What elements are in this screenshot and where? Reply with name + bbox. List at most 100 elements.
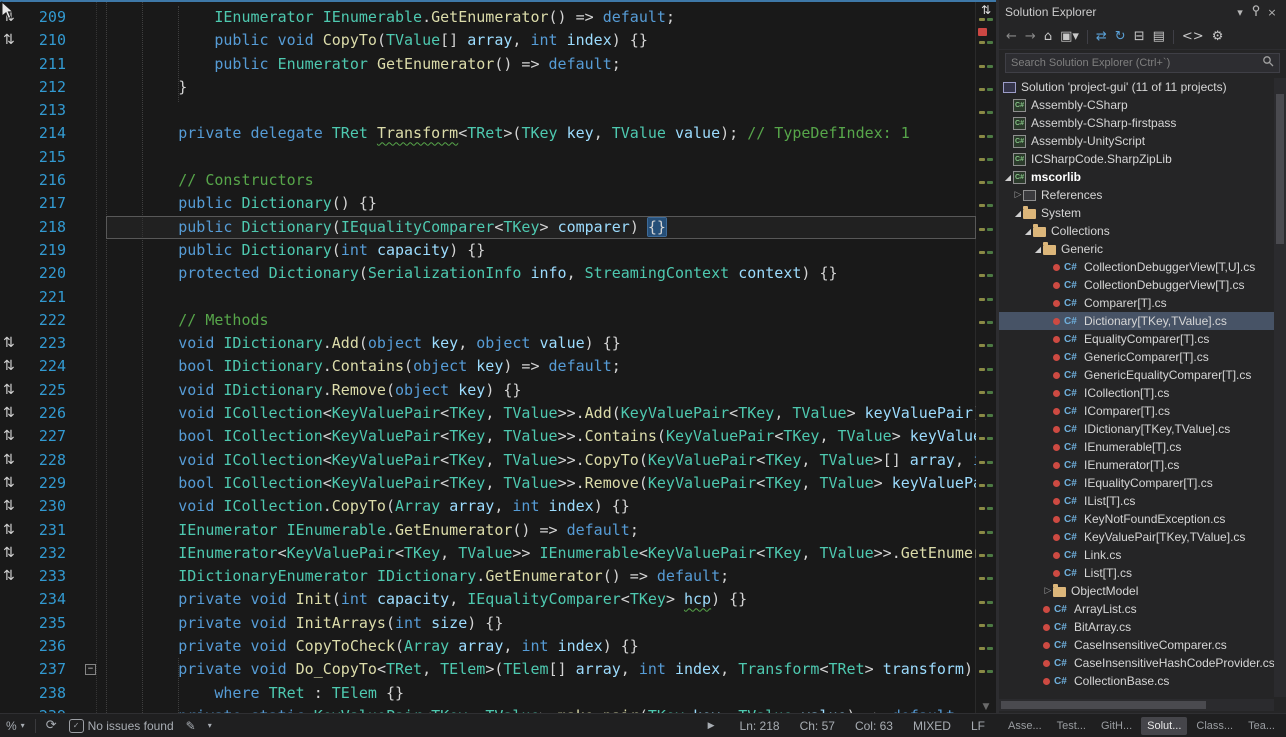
tree-item[interactable]: C#EqualityComparer[T].cs bbox=[999, 330, 1274, 348]
switch-views-icon[interactable]: ▣▾ bbox=[1060, 30, 1079, 43]
tree-item[interactable]: ◢Collections bbox=[999, 222, 1274, 240]
reference-gutter-icon[interactable]: ⇅ bbox=[0, 379, 26, 402]
tree-item[interactable]: C#ICollection[T].cs bbox=[999, 384, 1274, 402]
code-line[interactable]: 236 private void CopyToCheck(Array array… bbox=[0, 635, 976, 658]
scrollbar-thumb[interactable] bbox=[1276, 94, 1284, 244]
solution-tree[interactable]: Solution 'project-gui' (11 of 11 project… bbox=[999, 78, 1274, 697]
tree-item[interactable]: C#IEqualityComparer[T].cs bbox=[999, 474, 1274, 492]
code-line[interactable]: ⇅233 IDictionaryEnumerator IDictionary.G… bbox=[0, 565, 976, 588]
nav-forward-icon[interactable]: → bbox=[1025, 30, 1036, 43]
code-line[interactable]: ⇅209 IEnumerator IEnumerable.GetEnumerat… bbox=[0, 6, 976, 29]
tree-item[interactable]: C#IList[T].cs bbox=[999, 492, 1274, 510]
code-line[interactable]: 215 bbox=[0, 146, 976, 169]
code-text[interactable]: bool ICollection<KeyValuePair<TKey, TVal… bbox=[106, 472, 976, 495]
code-text[interactable]: public Dictionary(IEqualityComparer<TKey… bbox=[106, 216, 976, 239]
tree-item[interactable]: C#ArrayList.cs bbox=[999, 600, 1274, 618]
code-text[interactable]: IDictionaryEnumerator IDictionary.GetEnu… bbox=[106, 565, 976, 588]
code-text[interactable] bbox=[106, 146, 976, 169]
code-text[interactable]: public Dictionary(int capacity) {} bbox=[106, 239, 976, 262]
tree-item[interactable]: C#List[T].cs bbox=[999, 564, 1274, 582]
code-text[interactable]: void IDictionary.Add(object key, object … bbox=[106, 332, 976, 355]
pencil-icon[interactable]: ✎ bbox=[186, 719, 196, 733]
tree-item[interactable]: C#GenericComparer[T].cs bbox=[999, 348, 1274, 366]
code-line[interactable]: ⇅210 public void CopyTo(TValue[] array, … bbox=[0, 29, 976, 52]
nav-back-icon[interactable]: ← bbox=[1006, 30, 1017, 43]
reference-gutter-icon[interactable]: ⇅ bbox=[0, 565, 26, 588]
editor-scrollbar[interactable]: ⇅ ▼ bbox=[975, 2, 996, 713]
code-line[interactable]: 238 where TRet : TElem {} bbox=[0, 682, 976, 705]
zoom-control[interactable]: % ▾ bbox=[6, 719, 25, 733]
view-code-icon[interactable]: <> bbox=[1182, 30, 1204, 43]
code-text[interactable]: void ICollection<KeyValuePair<TKey, TVal… bbox=[106, 402, 976, 425]
tree-item[interactable]: C#CollectionDebuggerView[T].cs bbox=[999, 276, 1274, 294]
expanded-arrow-icon[interactable]: ◢ bbox=[1003, 173, 1013, 182]
tree-item[interactable]: ◢Generic bbox=[999, 240, 1274, 258]
tree-item[interactable]: C#Assembly-CSharp bbox=[999, 96, 1274, 114]
reference-gutter-icon[interactable]: ⇅ bbox=[0, 29, 26, 52]
code-text[interactable]: void IDictionary.Remove(object key) {} bbox=[106, 379, 976, 402]
code-line[interactable]: ⇅227 bool ICollection<KeyValuePair<TKey,… bbox=[0, 425, 976, 448]
code-text[interactable]: void ICollection.CopyTo(Array array, int… bbox=[106, 495, 976, 518]
code-area[interactable]: ⇅209 IEnumerator IEnumerable.GetEnumerat… bbox=[0, 2, 976, 713]
code-line[interactable]: ⇅229 bool ICollection<KeyValuePair<TKey,… bbox=[0, 472, 976, 495]
code-line[interactable]: ⇅228 void ICollection<KeyValuePair<TKey,… bbox=[0, 449, 976, 472]
code-text[interactable]: public Enumerator GetEnumerator() => def… bbox=[106, 53, 976, 76]
tree-item[interactable]: C#CollectionDebuggerView[T,U].cs bbox=[999, 258, 1274, 276]
collapsed-arrow-icon[interactable]: ▷ bbox=[1013, 190, 1023, 200]
line-indicator[interactable]: Ln: 218 bbox=[740, 719, 780, 733]
expand-panel-icon[interactable]: ▶ bbox=[708, 721, 715, 731]
tree-item[interactable]: C#CaseInsensitiveHashCodeProvider.cs bbox=[999, 654, 1274, 672]
tree-item[interactable]: ▷References bbox=[999, 186, 1274, 204]
code-line[interactable]: 222 // Methods bbox=[0, 309, 976, 332]
code-text[interactable]: // Constructors bbox=[106, 169, 976, 192]
code-line[interactable]: 237− private void Do_CopyTo<TRet, TElem>… bbox=[0, 658, 976, 681]
tool-window-tab[interactable]: Test... bbox=[1051, 717, 1092, 735]
code-text[interactable] bbox=[106, 286, 976, 309]
tool-window-tab[interactable]: Asse... bbox=[1002, 717, 1048, 735]
tool-window-tab[interactable]: Class... bbox=[1190, 717, 1239, 735]
code-text[interactable]: IEnumerator<KeyValuePair<TKey, TValue>> … bbox=[106, 542, 976, 565]
tool-window-tab[interactable]: Solut... bbox=[1141, 717, 1187, 735]
reference-gutter-icon[interactable]: ⇅ bbox=[0, 402, 26, 425]
reference-gutter-icon[interactable]: ⇅ bbox=[0, 519, 26, 542]
search-input[interactable]: Search Solution Explorer (Ctrl+`) bbox=[1011, 57, 1262, 69]
code-text[interactable]: void ICollection<KeyValuePair<TKey, TVal… bbox=[106, 449, 976, 472]
code-line[interactable]: 217 public Dictionary() {} bbox=[0, 192, 976, 215]
tree-item[interactable]: C#IComparer[T].cs bbox=[999, 402, 1274, 420]
issues-status[interactable]: ✓ No issues found bbox=[69, 719, 174, 733]
code-line[interactable]: 212 } bbox=[0, 76, 976, 99]
eol-indicator[interactable]: LF bbox=[971, 719, 985, 733]
tree-item[interactable]: C#IEnumerable[T].cs bbox=[999, 438, 1274, 456]
tree-item[interactable]: Solution 'project-gui' (11 of 11 project… bbox=[999, 78, 1274, 96]
fold-collapse-icon[interactable]: − bbox=[85, 664, 96, 675]
collapsed-arrow-icon[interactable]: ▷ bbox=[1043, 586, 1053, 596]
expanded-arrow-icon[interactable]: ◢ bbox=[1013, 209, 1023, 218]
code-line[interactable]: 220 protected Dictionary(SerializationIn… bbox=[0, 262, 976, 285]
tree-item[interactable]: C#CaseInsensitiveComparer.cs bbox=[999, 636, 1274, 654]
tool-window-tab[interactable]: Tea... bbox=[1242, 717, 1281, 735]
code-line[interactable]: ⇅225 void IDictionary.Remove(object key)… bbox=[0, 379, 976, 402]
scrollbar-thumb[interactable] bbox=[1001, 701, 1206, 709]
code-line[interactable]: 214 private delegate TRet Transform<TRet… bbox=[0, 122, 976, 145]
reference-gutter-icon[interactable]: ⇅ bbox=[0, 332, 26, 355]
search-box[interactable]: Search Solution Explorer (Ctrl+`) bbox=[1005, 53, 1280, 73]
tree-item[interactable]: C#GenericEqualityComparer[T].cs bbox=[999, 366, 1274, 384]
code-line[interactable]: ⇅224 bool IDictionary.Contains(object ke… bbox=[0, 355, 976, 378]
code-line[interactable]: ⇅231 IEnumerator IEnumerable.GetEnumerat… bbox=[0, 519, 976, 542]
code-text[interactable]: public void CopyTo(TValue[] array, int i… bbox=[106, 29, 976, 52]
tree-item[interactable]: ◢System bbox=[999, 204, 1274, 222]
code-line[interactable]: ⇅223 void IDictionary.Add(object key, ob… bbox=[0, 332, 976, 355]
code-text[interactable]: } bbox=[106, 76, 976, 99]
code-line[interactable]: 234 private void Init(int capacity, IEqu… bbox=[0, 588, 976, 611]
reference-gutter-icon[interactable]: ⇅ bbox=[0, 425, 26, 448]
code-text[interactable]: private void InitArrays(int size) {} bbox=[106, 612, 976, 635]
code-text[interactable]: private static KeyValuePair<TKey, TValue… bbox=[106, 705, 976, 713]
character-indicator[interactable]: Ch: 57 bbox=[800, 719, 835, 733]
expanded-arrow-icon[interactable]: ◢ bbox=[1033, 245, 1043, 254]
code-line[interactable]: 213 bbox=[0, 99, 976, 122]
background-tasks-icon[interactable]: ⟳ bbox=[46, 718, 57, 733]
code-text[interactable]: bool IDictionary.Contains(object key) =>… bbox=[106, 355, 976, 378]
reference-gutter-icon[interactable]: ⇅ bbox=[0, 6, 26, 29]
code-line[interactable]: ⇅226 void ICollection<KeyValuePair<TKey,… bbox=[0, 402, 976, 425]
code-line[interactable]: ⇅230 void ICollection.CopyTo(Array array… bbox=[0, 495, 976, 518]
